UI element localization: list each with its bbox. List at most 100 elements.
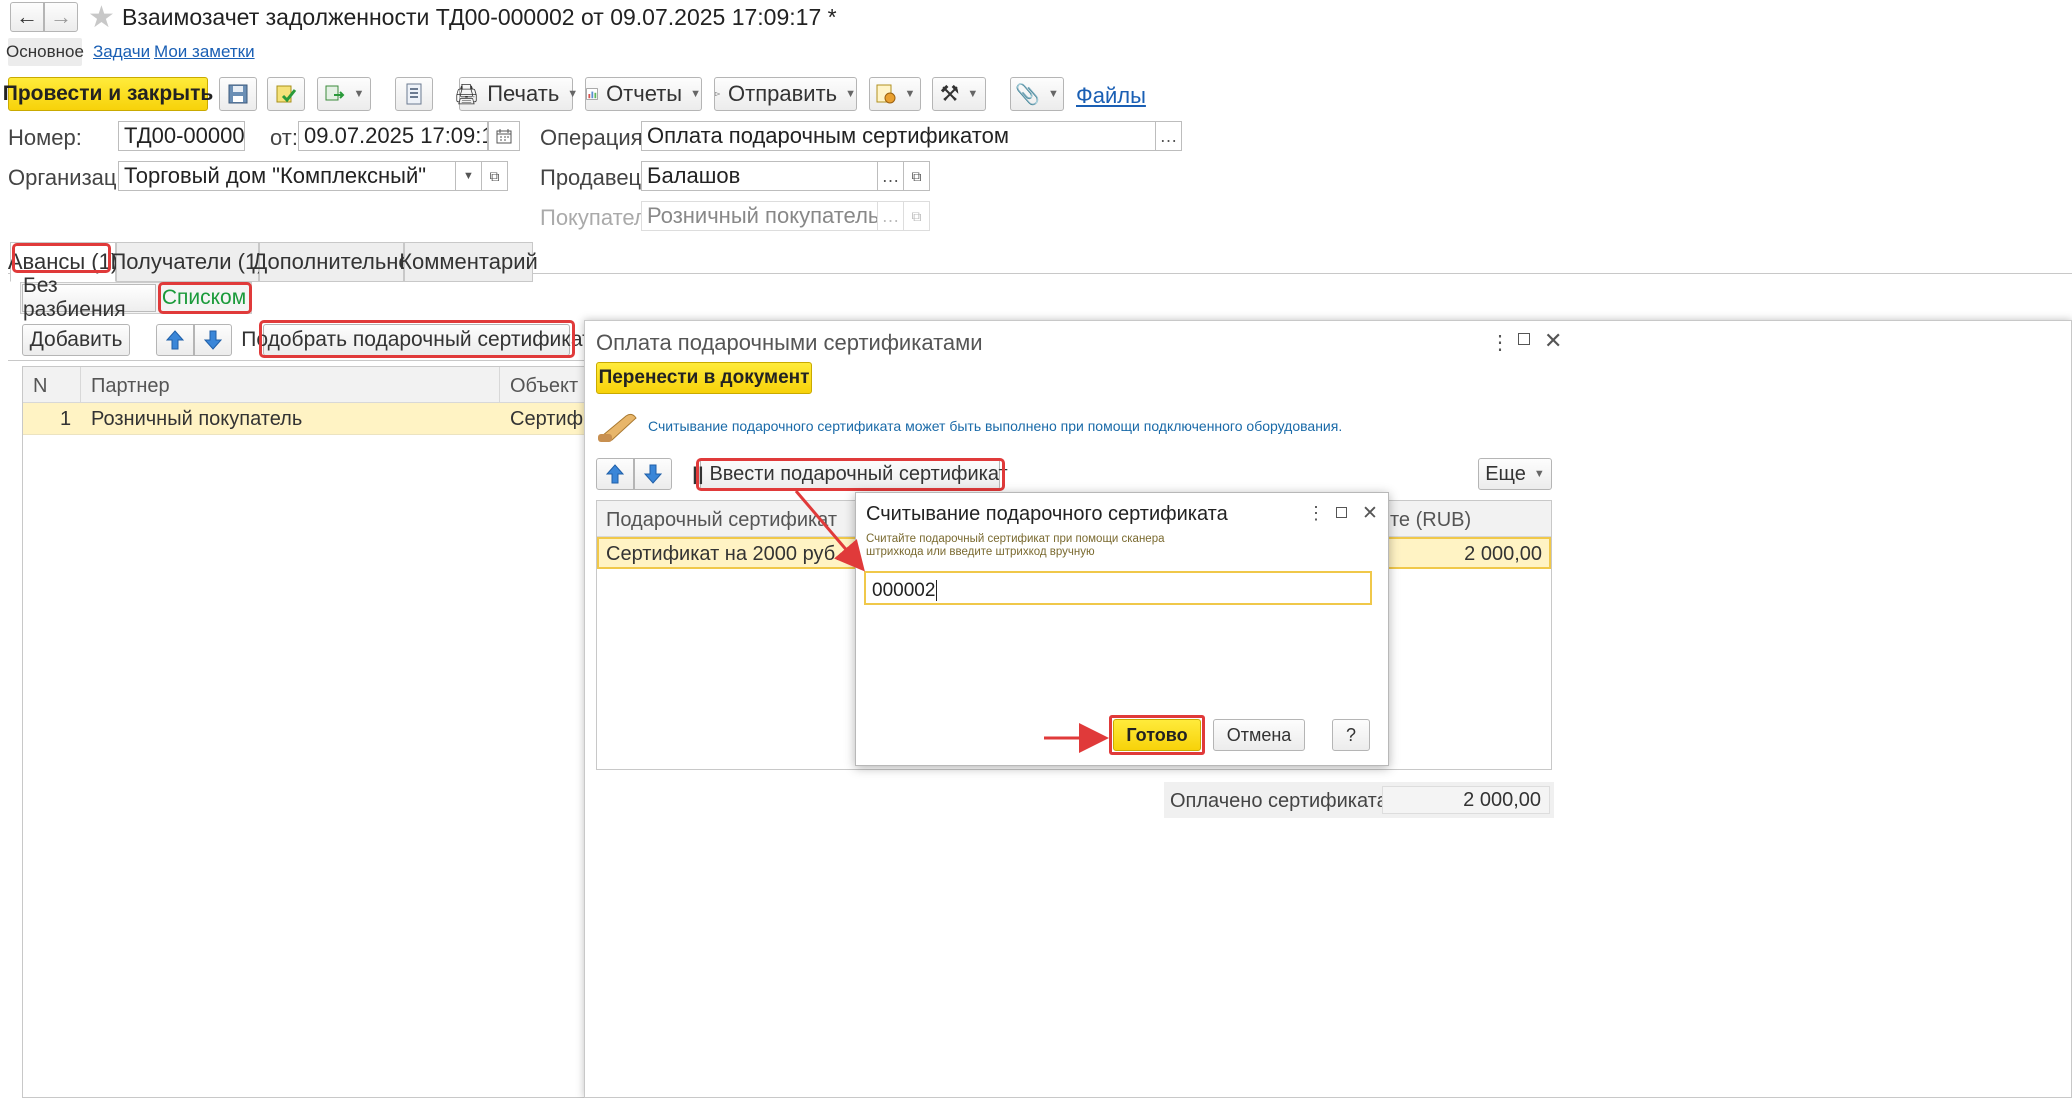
barcode-scanner-icon [598, 413, 637, 442]
attachments-button[interactable]: 📎 ▼ [1010, 77, 1064, 111]
arrow-right-icon: → [50, 4, 72, 29]
barcode-input-value: 000002 [872, 580, 936, 601]
organization-open-button[interactable]: ⧉ [481, 161, 508, 191]
arrow-down-icon [204, 330, 222, 350]
cert-move-up-button[interactable] [596, 458, 634, 490]
help-button[interactable]: ? [1332, 719, 1370, 751]
tools-button[interactable]: ⚒ ▼ [932, 77, 986, 111]
pick-button-highlight [259, 320, 575, 358]
dropdown-arrow-icon: ▼ [690, 88, 701, 100]
tab-recipients-label: Получатели (1) [110, 249, 265, 274]
open-window-icon: ⧉ [911, 207, 922, 224]
col-amount-header: те (RUB) [1390, 509, 1472, 531]
more-button[interactable]: Еще ▼ [1478, 458, 1552, 490]
document-journal-button[interactable] [395, 77, 433, 111]
date-field[interactable]: 09.07.2025 17:09:17 [298, 121, 488, 151]
dropdown-arrow-icon: ▼ [567, 88, 579, 100]
paid-label: Оплачено сертификатами: [1170, 790, 1419, 812]
subtab-no-split[interactable]: Без разбиения [22, 274, 156, 321]
scan-hint-text: Считайте подарочный сертификат при помощ… [866, 533, 1165, 558]
back-button[interactable]: ← [10, 2, 44, 32]
tab-comment[interactable]: Комментарий [399, 242, 538, 282]
transfer-to-document-button[interactable]: Перенести в документ [596, 362, 812, 394]
row-object-cell: Сертифи [510, 408, 595, 430]
cert-move-down-button[interactable] [634, 458, 672, 490]
save-button[interactable] [219, 77, 257, 111]
row-partner-cell: Розничный покупатель [91, 408, 303, 430]
operation-select-button[interactable]: … [1155, 121, 1182, 151]
add-button[interactable]: Добавить [22, 324, 130, 356]
barcode-input[interactable]: 000002 [864, 571, 1372, 605]
related-docs-icon [876, 84, 896, 104]
number-label: Номер: [8, 125, 82, 150]
paperclip-icon: 📎 [1015, 83, 1040, 106]
nav-tab-notes[interactable]: Мои заметки [154, 42, 255, 62]
favorite-star-icon[interactable]: ★ [88, 0, 115, 35]
organization-dropdown-button[interactable]: ▼ [455, 161, 482, 191]
organization-field[interactable]: Торговый дом "Комплексный" [118, 161, 456, 191]
cancel-button[interactable]: Отмена [1213, 719, 1305, 751]
tab-additional[interactable]: Дополнительно [252, 242, 411, 282]
scan-maximize-icon[interactable] [1336, 507, 1347, 518]
certificates-dialog-title: Оплата подарочными сертификатами [596, 330, 983, 355]
arrow-left-icon: ← [16, 4, 38, 29]
number-field[interactable]: ТД00-000002 [118, 121, 245, 151]
col-n-header: N [33, 375, 48, 397]
operation-field[interactable]: Оплата подарочным сертификатом [641, 121, 1156, 151]
col-certificate-header: Подарочный сертификат [606, 509, 838, 531]
wrench-screwdriver-icon: ⚒ [939, 81, 960, 106]
open-window-icon: ⧉ [911, 167, 922, 184]
reports-button[interactable]: Отчеты ▼ [585, 77, 702, 111]
window-title: Взаимозачет задолженности ТД00-000002 от… [122, 4, 837, 30]
paid-value: 2 000,00 [1382, 786, 1550, 814]
open-window-icon: ⧉ [489, 167, 500, 184]
col-partner-header: Партнер [91, 375, 170, 397]
seller-field[interactable]: Балашов [641, 161, 878, 191]
more-label: Еще [1485, 462, 1526, 485]
create-based-on-button[interactable]: ▼ [317, 77, 371, 111]
reports-label: Отчеты [606, 81, 683, 106]
dialog-menu-icon[interactable]: ⋮ [1490, 330, 1510, 355]
nav-tab-tasks[interactable]: Задачи [93, 42, 150, 62]
dialog-maximize-icon[interactable] [1518, 333, 1530, 345]
arrow-up-icon [606, 464, 624, 484]
operation-label: Операция: [540, 125, 649, 150]
scan-dialog-title: Считывание подарочного сертификата [866, 503, 1228, 525]
scan-close-icon[interactable]: ✕ [1362, 502, 1378, 525]
files-link[interactable]: Файлы [1076, 83, 1146, 109]
create-based-icon [325, 85, 344, 101]
post-button[interactable] [267, 77, 305, 111]
related-documents-button[interactable]: ▼ [869, 77, 921, 111]
row-n-cell: 1 [60, 408, 72, 430]
forward-button[interactable]: → [44, 2, 78, 32]
calendar-icon [496, 129, 512, 144]
dialog-close-icon[interactable]: ✕ [1544, 328, 1562, 354]
buyer-select-button: … [877, 201, 904, 231]
row-certificate-cell: Сертификат на 2000 руб. 00000 [606, 543, 856, 565]
post-and-close-button[interactable]: Провести и закрыть [3, 77, 213, 111]
nav-tab-main[interactable]: Основное [6, 38, 84, 66]
print-button[interactable]: 🖨 Печать ▼ [454, 77, 578, 111]
from-label: от: [270, 125, 298, 150]
send-button[interactable]: Отправить ▼ [714, 77, 857, 111]
scan-menu-icon[interactable]: ⋮ [1307, 503, 1325, 524]
text-cursor [936, 580, 938, 601]
dropdown-arrow-icon: ▼ [1533, 468, 1545, 480]
move-up-button[interactable] [156, 324, 194, 356]
print-label: Печать [487, 81, 560, 106]
arrow-up-icon [166, 330, 184, 350]
dropdown-arrow-icon: ▼ [904, 88, 916, 100]
buyer-open-button: ⧉ [903, 201, 930, 231]
tab-comment-label: Комментарий [399, 249, 538, 274]
move-down-button[interactable] [194, 324, 232, 356]
calendar-button[interactable] [488, 121, 520, 151]
tab-additional-label: Дополнительно [252, 249, 411, 274]
floppy-disk-icon [228, 84, 248, 104]
paper-plane-icon [715, 91, 721, 97]
seller-select-button[interactable]: … [877, 161, 904, 191]
subtab-list-highlight [158, 282, 252, 314]
list-document-icon [406, 83, 422, 105]
seller-open-button[interactable]: ⧉ [903, 161, 930, 191]
dropdown-arrow-icon: ▼ [967, 88, 979, 100]
printer-icon: 🖨 [453, 83, 480, 106]
